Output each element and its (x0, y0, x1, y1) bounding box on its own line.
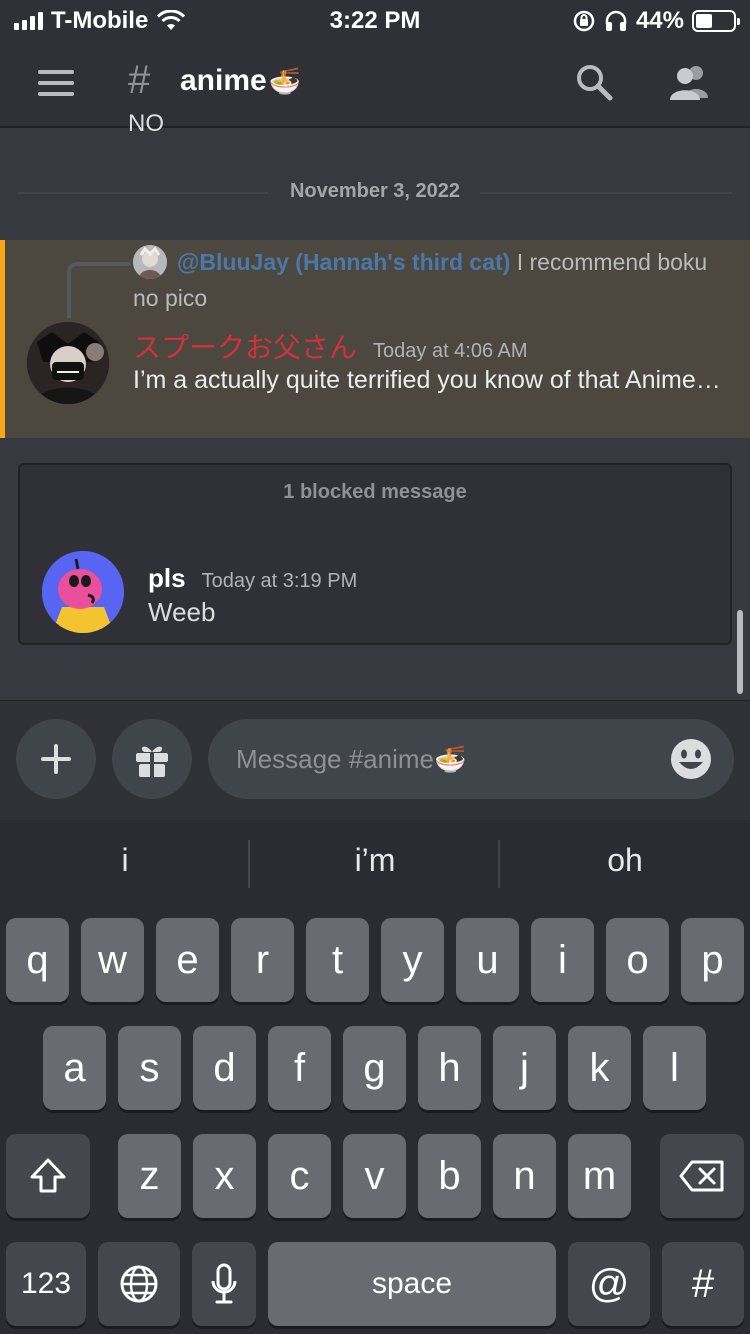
channel-hash-icon: # (128, 58, 151, 102)
shift-icon (30, 1158, 66, 1193)
key-r[interactable]: r (231, 918, 294, 1002)
key-j[interactable]: j (493, 1026, 556, 1110)
pls-avatar[interactable] (42, 551, 124, 633)
key-h[interactable]: h (418, 1026, 481, 1110)
gift-icon (136, 746, 168, 777)
channel-header: # anime 🍜 (0, 40, 750, 128)
cut-off-message: NO (128, 110, 164, 137)
chat-scrollbar[interactable] (737, 610, 743, 694)
reply-mention[interactable]: @BluuJay (Hannah's third cat) (177, 249, 510, 275)
at-key[interactable]: @ (568, 1242, 650, 1326)
key-t[interactable]: t (306, 918, 369, 1002)
backspace-icon (679, 1160, 724, 1192)
message-body: I’m a actually quite terrified you know … (133, 366, 721, 394)
pls-author-name[interactable]: pls (148, 563, 186, 594)
blocked-label[interactable]: 1 blocked message (20, 481, 730, 504)
author-line: スプークお父さん Today at 4:06 AM (133, 326, 528, 366)
channel-title[interactable]: anime 🍜 (180, 64, 301, 98)
hash-key[interactable]: # (662, 1242, 744, 1326)
gift-button[interactable] (112, 719, 192, 799)
pls-author-line: pls Today at 3:19 PM (148, 563, 357, 594)
message-composer (0, 700, 750, 820)
divider-line-right (480, 192, 732, 194)
key-x[interactable]: x (193, 1134, 256, 1218)
ramen-emoji: 🍜 (268, 65, 302, 96)
microphone-icon (211, 1263, 237, 1304)
headphones-icon (605, 10, 627, 31)
space-key[interactable]: space (268, 1242, 556, 1326)
battery-percent: 44% (635, 7, 684, 34)
reply-preview[interactable]: @BluuJay (Hannah's third cat) I recommen… (133, 244, 733, 316)
key-a[interactable]: a (43, 1026, 106, 1110)
menu-icon[interactable] (38, 70, 74, 96)
members-icon[interactable] (666, 62, 712, 102)
key-f[interactable]: f (268, 1026, 331, 1110)
status-bar: T-Mobile 3:22 PM 44% (0, 0, 750, 40)
blocked-messages-box[interactable]: 1 blocked message pls Today at 3:19 PM W… (18, 463, 732, 645)
reply-connector (67, 262, 131, 318)
status-right: 44% (572, 7, 740, 35)
key-m[interactable]: m (568, 1134, 631, 1218)
battery-level-fill (696, 14, 712, 28)
suggestion-1[interactable]: i (0, 842, 250, 879)
key-s[interactable]: s (118, 1026, 181, 1110)
search-icon[interactable] (574, 62, 614, 102)
ios-keyboard: i i’m oh q w e r t y u i o p a s d f g h… (0, 820, 750, 1334)
key-u[interactable]: u (456, 918, 519, 1002)
key-v[interactable]: v (343, 1134, 406, 1218)
channel-name-text: anime (180, 64, 267, 97)
author-avatar[interactable] (27, 322, 109, 404)
author-name[interactable]: スプークお父さん (133, 326, 357, 366)
orientation-lock-icon (573, 10, 595, 32)
date-divider: November 3, 2022 (18, 178, 732, 208)
key-c[interactable]: c (268, 1134, 331, 1218)
key-e[interactable]: e (156, 918, 219, 1002)
key-b[interactable]: b (418, 1134, 481, 1218)
key-w[interactable]: w (81, 918, 144, 1002)
key-n[interactable]: n (493, 1134, 556, 1218)
battery-icon (692, 10, 740, 32)
pls-timestamp: Today at 3:19 PM (201, 570, 358, 592)
reply-avatar[interactable] (133, 245, 167, 279)
shift-key[interactable] (6, 1134, 90, 1218)
key-d[interactable]: d (193, 1026, 256, 1110)
plus-icon (41, 744, 71, 774)
dictation-key[interactable] (192, 1242, 256, 1326)
discord-app: T-Mobile 3:22 PM 44% # anime 🍜 NO Novemb… (0, 0, 750, 1334)
message-input[interactable] (208, 719, 734, 799)
key-i[interactable]: i (531, 918, 594, 1002)
key-o[interactable]: o (606, 918, 669, 1002)
message-timestamp: Today at 4:06 AM (373, 340, 528, 362)
key-p[interactable]: p (681, 918, 744, 1002)
key-g[interactable]: g (343, 1026, 406, 1110)
globe-icon (120, 1265, 158, 1303)
add-attachment-button[interactable] (16, 719, 96, 799)
predictive-bar: i i’m oh (0, 820, 750, 910)
key-l[interactable]: l (643, 1026, 706, 1110)
key-y[interactable]: y (381, 918, 444, 1002)
emoji-icon[interactable] (670, 738, 712, 780)
key-q[interactable]: q (6, 918, 69, 1002)
key-k[interactable]: k (568, 1026, 631, 1110)
mentioned-message[interactable]: @BluuJay (Hannah's third cat) I recommen… (0, 240, 750, 438)
suggestion-3[interactable]: oh (500, 842, 750, 879)
delete-key[interactable] (660, 1134, 744, 1218)
pls-message-body: Weeb (148, 597, 216, 627)
numbers-key[interactable]: 123 (6, 1242, 86, 1326)
key-z[interactable]: z (118, 1134, 181, 1218)
globe-key[interactable] (98, 1242, 180, 1326)
suggestion-2[interactable]: i’m (250, 842, 500, 879)
